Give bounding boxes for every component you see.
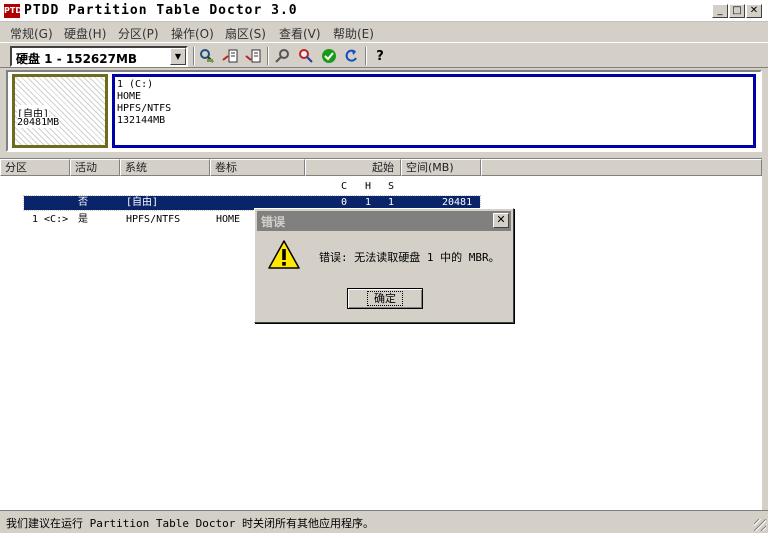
ok-button[interactable]: 确定: [347, 288, 423, 309]
status-text: 我们建议在运行 Partition Table Doctor 时关闭所有其他应用…: [6, 517, 374, 530]
column-filler: [481, 159, 762, 176]
cell-system: [自由]: [126, 197, 159, 208]
cell-active: 是: [78, 214, 88, 225]
chs-header-h: H: [365, 181, 372, 192]
toolbar-separator: [267, 47, 269, 65]
undo-icon[interactable]: [342, 47, 360, 65]
help-icon[interactable]: ?: [371, 47, 389, 65]
toolbar-separator: [365, 47, 367, 65]
free-space-block[interactable]: [自由] 20481MB: [12, 74, 108, 148]
menu-partition[interactable]: 分区(P): [118, 25, 159, 42]
menu-general[interactable]: 常规(G): [10, 25, 53, 42]
minimize-button[interactable]: _: [712, 4, 728, 18]
column-size[interactable]: 空间(MB): [401, 159, 481, 176]
title-bar[interactable]: PTD PTDD Partition Table Doctor 3.0 _ □ …: [0, 0, 768, 22]
dialog-message: 错误: 无法读取硬盘 1 中的 MBR。: [319, 251, 500, 264]
partition-size: 132144MB: [117, 115, 166, 126]
menu-view[interactable]: 查看(V): [279, 25, 321, 42]
restore-icon[interactable]: [244, 47, 262, 65]
column-label[interactable]: 卷标: [210, 159, 305, 176]
column-partition[interactable]: 分区: [0, 159, 70, 176]
column-active[interactable]: 活动: [70, 159, 120, 176]
cell-partition: 1 <C:>: [32, 214, 69, 225]
error-dialog: 错误 ✕ 错误: 无法读取硬盘 1 中的 MBR。 确定: [254, 208, 514, 323]
app-icon: PTD: [4, 4, 22, 18]
toolbar: 硬盘 1 - 152627MB ▼ ?: [0, 42, 768, 68]
list-header: 分区 活动 系统 卷标 起始 空间(MB): [0, 159, 762, 176]
disk-selector[interactable]: 硬盘 1 - 152627MB ▼: [10, 46, 188, 67]
ok-button-label: 确定: [367, 291, 403, 306]
chs-header-c: C: [341, 181, 348, 192]
partition-fs: HPFS/NTFS: [117, 103, 172, 114]
menu-disk[interactable]: 硬盘(H): [64, 25, 106, 42]
resize-grip-icon[interactable]: [754, 519, 766, 531]
window-title: PTDD Partition Table Doctor 3.0: [24, 3, 298, 18]
properties-icon[interactable]: [274, 47, 292, 65]
chs-header-s: S: [388, 181, 395, 192]
free-space-size: 20481MB: [17, 117, 60, 128]
menu-bar: 常规(G) 硬盘(H) 分区(P) 操作(O) 扇区(S) 查看(V) 帮助(E…: [0, 22, 768, 42]
menu-help[interactable]: 帮助(E): [333, 25, 374, 42]
scan-disk-icon[interactable]: [198, 47, 216, 65]
cell-system: HPFS/NTFS: [126, 214, 181, 225]
find-icon[interactable]: [297, 47, 315, 65]
chevron-down-icon[interactable]: ▼: [170, 48, 186, 65]
menu-operation[interactable]: 操作(O): [171, 25, 214, 42]
check-icon[interactable]: [320, 47, 338, 65]
disk-selector-value: 硬盘 1 - 152627MB: [16, 52, 138, 66]
dialog-title: 错误: [261, 215, 286, 229]
close-button[interactable]: ✕: [746, 4, 762, 18]
toolbar-separator: [193, 47, 195, 65]
column-start[interactable]: 起始: [305, 159, 401, 176]
menu-sector[interactable]: 扇区(S): [225, 25, 266, 42]
backup-icon[interactable]: [221, 47, 239, 65]
partition-label: HOME: [117, 91, 142, 102]
status-bar: 我们建议在运行 Partition Table Doctor 时关闭所有其他应用…: [0, 510, 768, 533]
maximize-button[interactable]: □: [729, 4, 745, 18]
column-system[interactable]: 系统: [120, 159, 210, 176]
disk-map: [自由] 20481MB 1 (C:) HOME HPFS/NTFS 13214…: [6, 70, 762, 152]
dialog-title-bar[interactable]: 错误 ✕: [257, 211, 511, 231]
right-gutter: [762, 158, 768, 510]
cell-active: 否: [78, 197, 88, 208]
partition-block-c[interactable]: 1 (C:) HOME HPFS/NTFS 132144MB: [112, 74, 756, 148]
partition-index: 1 (C:): [117, 79, 154, 90]
warning-icon: [267, 239, 301, 271]
cell-label: HOME: [216, 214, 241, 225]
dialog-close-button[interactable]: ✕: [493, 213, 509, 228]
